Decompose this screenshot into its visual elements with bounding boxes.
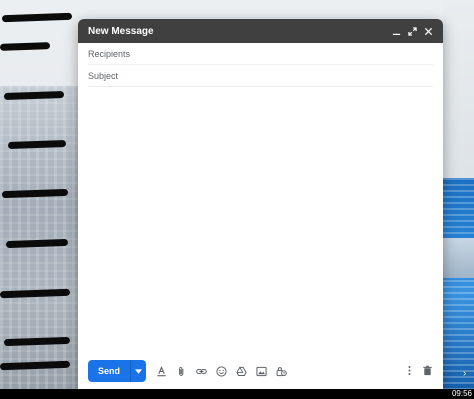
paperclip-icon bbox=[179, 366, 184, 376]
taskbar: 09:56 bbox=[0, 389, 474, 399]
confidential-mode-button[interactable] bbox=[272, 362, 291, 381]
more-options-button[interactable] bbox=[400, 361, 419, 380]
subject-field bbox=[88, 65, 433, 87]
send-group: Send bbox=[88, 360, 146, 382]
redaction-bar bbox=[0, 42, 51, 51]
emoji-icon bbox=[216, 365, 227, 377]
compose-window: New Message Send bbox=[78, 19, 443, 389]
photo-icon bbox=[256, 366, 267, 376]
message-body[interactable] bbox=[88, 89, 433, 349]
taskbar-clock[interactable]: 09:56 bbox=[452, 389, 472, 399]
trash-icon bbox=[423, 365, 432, 376]
format-text-icon bbox=[157, 365, 166, 376]
recipients-input[interactable] bbox=[88, 48, 433, 59]
compose-header: New Message bbox=[78, 19, 443, 43]
chevron-down-icon bbox=[135, 368, 142, 374]
insert-drive-file-button[interactable] bbox=[232, 362, 251, 381]
chevron-right-icon[interactable]: › bbox=[463, 368, 466, 379]
insert-emoji-button[interactable] bbox=[212, 362, 231, 381]
subject-input[interactable] bbox=[88, 70, 433, 81]
insert-photo-button[interactable] bbox=[252, 362, 271, 381]
expand-icon[interactable] bbox=[405, 24, 419, 38]
drive-icon bbox=[236, 366, 247, 376]
compose-title: New Message bbox=[88, 25, 154, 37]
close-icon[interactable] bbox=[421, 24, 435, 38]
lock-clock-icon bbox=[276, 366, 287, 376]
minimize-icon[interactable] bbox=[389, 24, 403, 38]
send-options-button[interactable] bbox=[130, 360, 146, 382]
send-button[interactable]: Send bbox=[88, 360, 130, 382]
compose-toolbar: Send bbox=[78, 357, 443, 385]
attach-files-button[interactable] bbox=[172, 362, 191, 381]
link-icon bbox=[196, 368, 207, 374]
formatting-options-button[interactable] bbox=[152, 362, 171, 381]
redaction-bar bbox=[1, 12, 73, 23]
discard-draft-button[interactable] bbox=[418, 361, 437, 380]
more-vertical-icon bbox=[408, 366, 411, 375]
recipients-field bbox=[88, 43, 433, 65]
background-wallpaper bbox=[443, 178, 474, 389]
insert-link-button[interactable] bbox=[192, 362, 211, 381]
